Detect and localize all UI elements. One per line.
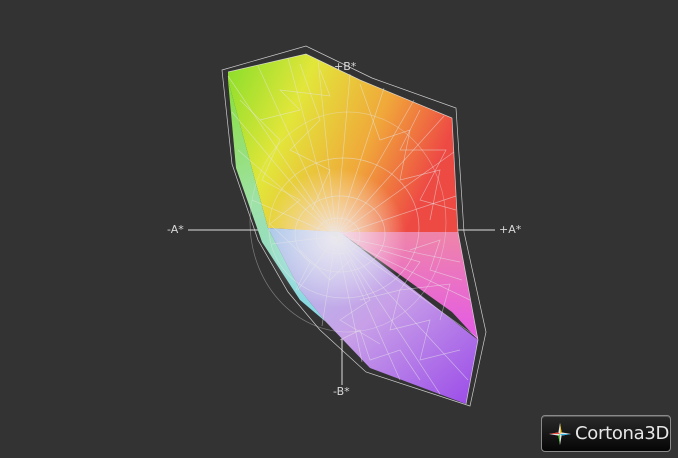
3d-viewport[interactable]: +B* -A* +A* -B* Cortona3D	[0, 0, 678, 458]
axis-label-pos-b: +B*	[334, 60, 357, 73]
cortona3d-badge[interactable]: Cortona3D	[541, 415, 671, 452]
cortona3d-brand-text: Cortona3D	[575, 423, 670, 444]
axis-label-neg-b: -B*	[333, 385, 350, 398]
axis-label-pos-a: +A*	[499, 223, 522, 236]
cortona-star-icon	[549, 422, 571, 445]
axis-label-neg-a: -A*	[167, 223, 184, 236]
gamut-solid	[228, 54, 478, 404]
